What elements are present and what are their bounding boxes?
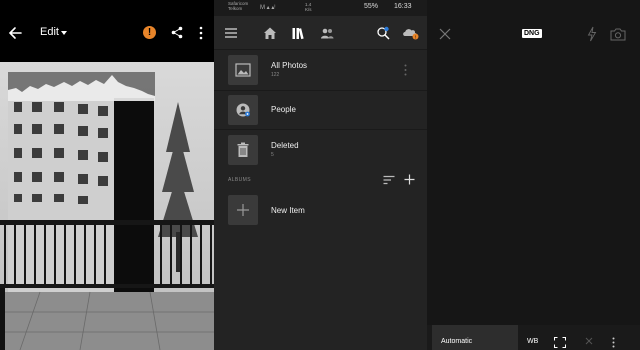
albums-label: ALBUMS [228, 177, 251, 183]
close-icon[interactable] [585, 337, 593, 345]
expand-icon[interactable] [554, 337, 566, 348]
albums-section-header: ALBUMS [214, 170, 427, 190]
histogram-overlay [8, 72, 155, 101]
list-item-title: Deleted [271, 141, 299, 150]
back-arrow-icon[interactable] [6, 24, 24, 42]
network-speed-unit: K/s [305, 7, 312, 12]
photo-preview[interactable] [0, 62, 214, 350]
cloud-sync-icon[interactable]: ! [402, 26, 420, 40]
camera-bottom-bar: Automatic WB [427, 325, 640, 350]
signal-indicator: M ▴ ▴ᴵ [260, 5, 276, 11]
new-item-thumbnail [228, 195, 258, 225]
people-thumbnail [228, 95, 258, 125]
list-item-new-item[interactable]: New Item [214, 191, 427, 229]
more-vertical-icon[interactable] [612, 337, 615, 348]
format-badge[interactable]: DNG [522, 29, 542, 38]
white-balance-button[interactable]: WB [527, 338, 538, 345]
home-icon[interactable] [263, 26, 277, 40]
list-item-title: New Item [271, 206, 305, 215]
search-people-icon[interactable] [376, 26, 390, 40]
edit-mode-label[interactable]: Edit [40, 26, 59, 38]
list-item-count: 5 [271, 152, 274, 158]
deleted-thumbnail [228, 135, 258, 165]
more-vertical-icon[interactable] [404, 64, 407, 76]
network-speed: 1.4 K/s [305, 2, 312, 12]
person-icon [236, 103, 250, 117]
plus-icon [237, 204, 249, 216]
editor-top-bar: Edit ! [0, 0, 214, 62]
svg-text:!: ! [415, 35, 416, 40]
list-item-deleted[interactable]: Deleted 5 [214, 131, 427, 169]
battery-level: 55% [364, 3, 379, 10]
status-bar: Safaricom Telkom M ▴ ▴ᴵ 1.4 K/s 55% 16:3… [214, 0, 427, 16]
sort-icon[interactable] [383, 175, 395, 185]
plus-icon[interactable] [404, 174, 415, 185]
close-icon[interactable] [439, 28, 451, 40]
share-icon[interactable] [171, 26, 183, 39]
mode-automatic-tab[interactable]: Automatic [432, 325, 518, 350]
row-divider [214, 129, 427, 130]
image-icon [235, 63, 251, 77]
mode-automatic-label: Automatic [441, 338, 473, 345]
list-item-count: 122 [271, 72, 280, 78]
photo-editor-panel: Edit ! [0, 0, 214, 350]
carrier-line-2: Telkom [228, 6, 243, 11]
hamburger-menu-icon[interactable] [224, 26, 238, 40]
more-vertical-icon[interactable] [199, 26, 203, 40]
people-icon[interactable] [320, 26, 334, 40]
library-icon[interactable] [291, 26, 305, 40]
list-item-title: People [271, 105, 296, 114]
list-item-people[interactable]: People [214, 91, 427, 129]
camera-switch-icon[interactable] [610, 27, 626, 41]
list-item-title: All Photos [271, 61, 308, 70]
library-panel: Safaricom Telkom M ▴ ▴ᴵ 1.4 K/s 55% 16:3… [214, 0, 427, 350]
trash-icon [237, 142, 249, 157]
clock: 16:33 [394, 3, 412, 10]
carrier-info: Safaricom Telkom [228, 1, 248, 11]
all-photos-thumbnail [228, 55, 258, 85]
library-nav-bar: ! [214, 16, 427, 50]
warning-icon[interactable]: ! [143, 26, 156, 39]
camera-panel: DNG Automatic WB [427, 0, 640, 350]
flash-off-icon[interactable] [587, 26, 597, 42]
caret-down-icon[interactable] [61, 31, 67, 35]
list-item-all-photos[interactable]: All Photos 122 [214, 51, 427, 89]
